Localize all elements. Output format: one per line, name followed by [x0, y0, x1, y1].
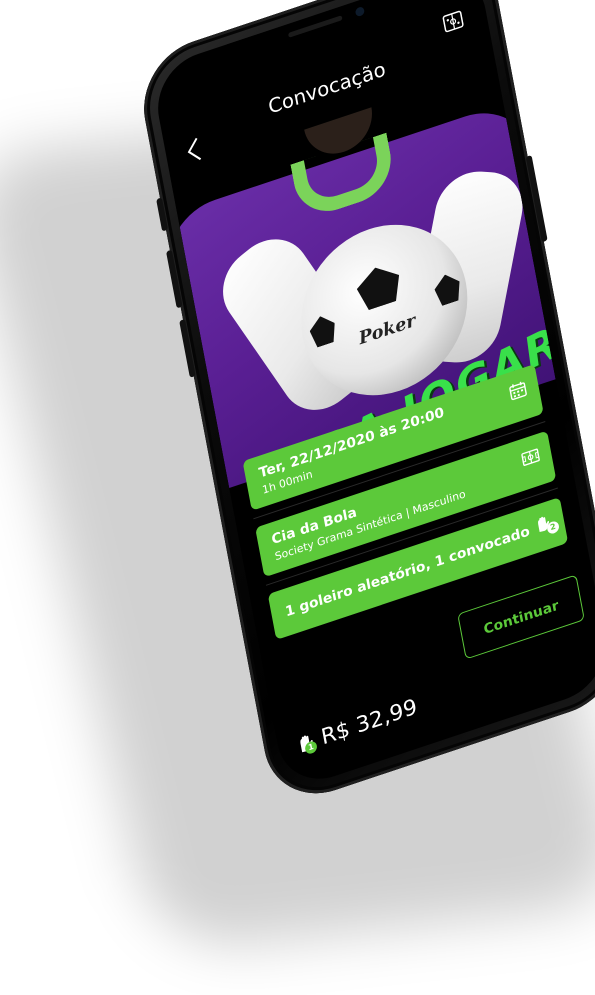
- ball-panel: [308, 312, 338, 349]
- price-summary: 1 R$ 32,99: [293, 689, 420, 763]
- ball-panel: [432, 271, 462, 308]
- ball-panel: [354, 261, 403, 313]
- goalkeeper-glove-icon: 2: [533, 512, 560, 536]
- front-camera: [354, 5, 366, 18]
- total-price: R$ 32,99: [319, 694, 420, 750]
- chevron-left-icon: [187, 137, 202, 161]
- goalkeeper-glove-icon: 1: [295, 730, 318, 756]
- ball-brand-text: Poker: [357, 310, 418, 350]
- device-mockup-stage: Convocação Poker BORA JOGAR Ter, 22/12/2…: [0, 0, 595, 995]
